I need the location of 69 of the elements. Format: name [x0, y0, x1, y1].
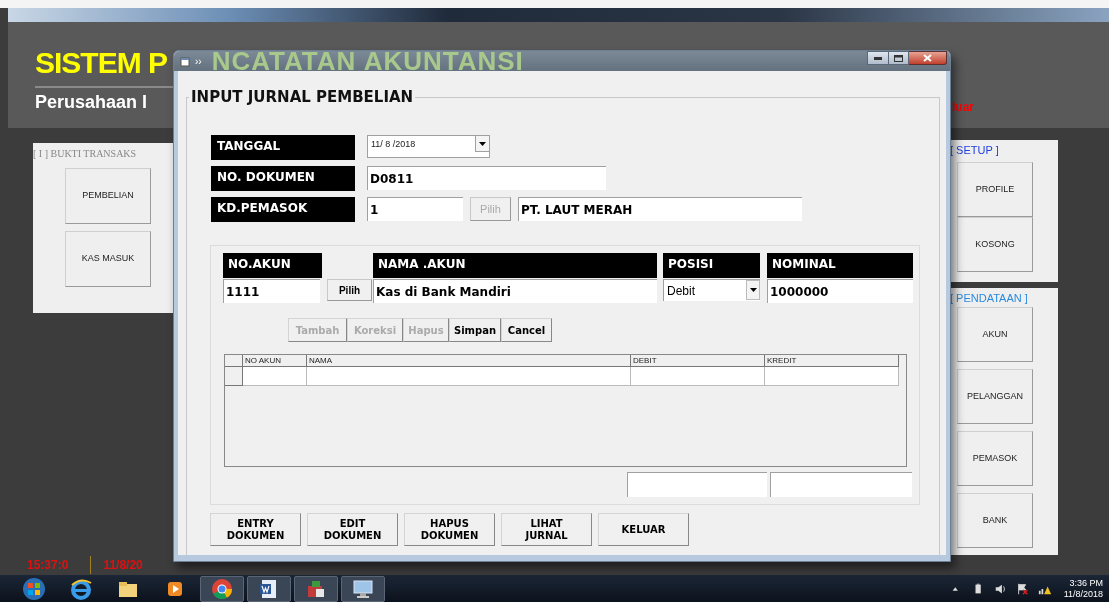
grid-column-header: NO AKUN — [243, 355, 307, 367]
dropdown-arrow-icon — [749, 288, 757, 292]
field-label: NO. DOKUMEN — [211, 166, 355, 191]
field-label: KD.PEMASOK — [211, 197, 355, 222]
maximize-icon — [894, 54, 903, 62]
column-header: POSISI — [663, 253, 760, 278]
input-field[interactable]: PT. LAUT MERAH — [518, 197, 802, 221]
group-title: INPUT JURNAL PEMBELIAN — [189, 88, 416, 106]
maximize-button[interactable] — [889, 51, 909, 65]
total-credit-field[interactable] — [770, 472, 912, 497]
app-title: SISTEM P — [35, 45, 168, 81]
input-field[interactable]: 1111 — [223, 279, 320, 303]
input-field[interactable]: D0811 — [367, 166, 606, 190]
date-picker[interactable]: 11/ 8 /2018 — [367, 135, 490, 158]
chrome-icon — [210, 576, 234, 601]
tray-time[interactable]: 3:36 PM — [1069, 577, 1103, 589]
grid-cell[interactable] — [631, 367, 765, 386]
column-header: NO.AKUN — [223, 253, 322, 278]
command-button[interactable]: EDIT DOKUMEN — [307, 513, 398, 546]
menu-button[interactable]: AKUN — [957, 307, 1033, 362]
total-debit-field[interactable] — [627, 472, 767, 497]
column-header: NOMINAL — [767, 253, 913, 278]
clock-text: 15:37:0 — [27, 557, 69, 574]
field-label: TANGGAL — [211, 135, 355, 160]
start-button-icon[interactable] — [22, 576, 46, 601]
menu-button[interactable]: PEMASOK — [957, 431, 1033, 486]
tray-date[interactable]: 11/8/2018 — [1063, 588, 1103, 600]
grid-cell[interactable] — [765, 367, 899, 386]
command-button[interactable]: ENTRY DOKUMEN — [210, 513, 301, 546]
grid-column-header: KREDIT — [765, 355, 899, 367]
grid-cell[interactable] — [243, 367, 307, 386]
close-button[interactable] — [909, 51, 947, 65]
grid-column-header: DEBIT — [631, 355, 765, 367]
panel-title: [ PENDATAAN ] — [949, 291, 1028, 306]
glass-title-text: NCATATAN AKUNTANSI — [211, 50, 524, 72]
menu-button[interactable]: PEMBELIAN — [65, 168, 151, 224]
command-button[interactable]: KELUAR — [598, 513, 689, 546]
action-button[interactable]: Simpan — [449, 318, 501, 342]
menu-button[interactable]: BANK — [957, 493, 1033, 548]
browser-icon[interactable] — [69, 576, 93, 601]
input-field[interactable]: Kas di Bank Mandiri — [373, 279, 657, 303]
title-text: ›› — [195, 54, 202, 69]
menu-button[interactable]: PELANGGAN — [957, 369, 1033, 424]
action-button[interactable]: Cancel — [501, 318, 552, 342]
window-icon — [180, 55, 191, 67]
taskbar-button[interactable] — [341, 575, 385, 602]
command-button[interactable]: LIHAT JURNAL — [501, 513, 592, 546]
grid-column-header: NAMA — [307, 355, 631, 367]
taskbar-button[interactable] — [200, 575, 244, 602]
dropdown-arrow-icon — [479, 141, 486, 146]
app-subtitle: Perusahaan I — [35, 91, 148, 114]
minimize-icon — [874, 56, 882, 60]
command-button[interactable]: HAPUS DOKUMEN — [404, 513, 495, 546]
dropdown-field[interactable]: Debit — [663, 279, 760, 301]
menu-button[interactable]: KAS MASUK — [65, 231, 151, 287]
panel-title: [ I ] BUKTI TRANSAKS — [33, 147, 137, 161]
pick-button[interactable]: Pilih — [327, 279, 372, 301]
date-text: 11/8/20 — [103, 557, 143, 574]
input-field[interactable]: 1 — [367, 197, 463, 221]
grid-cell[interactable] — [307, 367, 631, 386]
taskbar-button[interactable] — [247, 575, 291, 602]
input-field[interactable]: 1000000 — [767, 279, 913, 303]
panel-title: [ SETUP ] — [949, 143, 999, 158]
minimize-button[interactable] — [867, 51, 889, 65]
close-icon — [923, 54, 932, 62]
menu-button[interactable]: KOSONG — [957, 217, 1033, 272]
menu-button[interactable]: PROFILE — [957, 162, 1033, 217]
taskbar-button[interactable] — [294, 575, 338, 602]
column-header: NAMA .AKUN — [373, 253, 657, 278]
